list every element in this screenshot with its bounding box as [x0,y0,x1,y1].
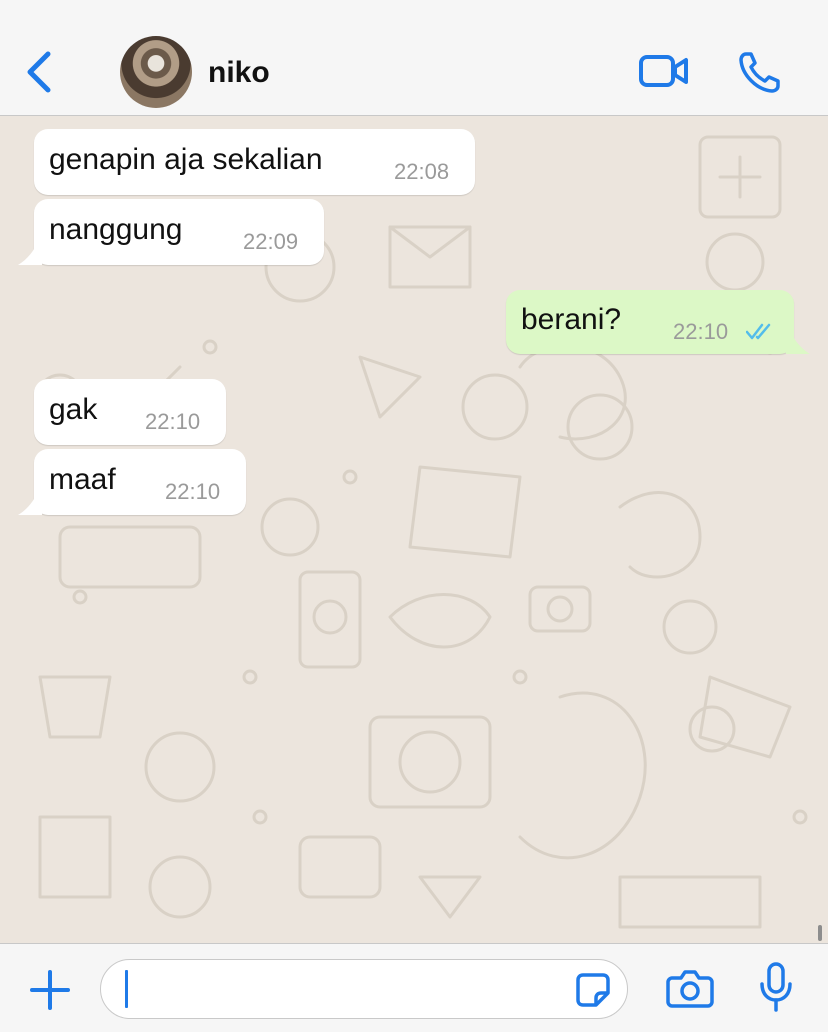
phone-icon[interactable] [738,50,782,94]
bubble-tail [18,233,42,265]
message-input[interactable] [135,970,559,1010]
message-time: 22:09 [243,229,299,254]
chevron-left-icon[interactable] [22,50,56,94]
sticker-icon[interactable] [575,972,611,1008]
video-camera-icon[interactable] [638,52,690,90]
text-caret [125,970,128,1008]
message-time: 22:10 [673,319,729,344]
composer-bar [0,943,828,1032]
bubble-tail [786,322,810,354]
scrollbar[interactable] [818,925,822,941]
chat-header: niko [0,0,828,116]
message-bubble[interactable]: maaf 22:10 [34,449,246,515]
bubble-tail [18,483,42,515]
message-bubble[interactable]: gak 22:10 [34,379,226,445]
message-time: 22:10 [165,479,221,504]
chat-area[interactable]: genapin aja sekalian 22:08 nanggung 22:0… [0,117,828,943]
camera-icon[interactable] [666,968,714,1008]
message-text: gak [49,393,98,426]
message-time: 22:08 [394,159,450,184]
message-input-box[interactable] [100,959,628,1019]
microphone-icon[interactable] [758,962,794,1014]
message-bubble[interactable]: nanggung 22:09 [34,199,324,265]
message-text: berani? [521,303,622,336]
message-bubble-outgoing[interactable]: berani? 22:10 [506,290,794,354]
plus-icon[interactable] [30,970,70,1010]
message-text: nanggung [49,213,183,246]
message-text: genapin aja sekalian [49,143,323,176]
read-receipt-icon [746,323,771,340]
avatar[interactable] [120,36,192,108]
message-bubble[interactable]: genapin aja sekalian 22:08 [34,129,475,195]
contact-name[interactable]: niko [208,56,270,90]
message-text: maaf [49,463,116,496]
message-time: 22:10 [145,409,201,434]
